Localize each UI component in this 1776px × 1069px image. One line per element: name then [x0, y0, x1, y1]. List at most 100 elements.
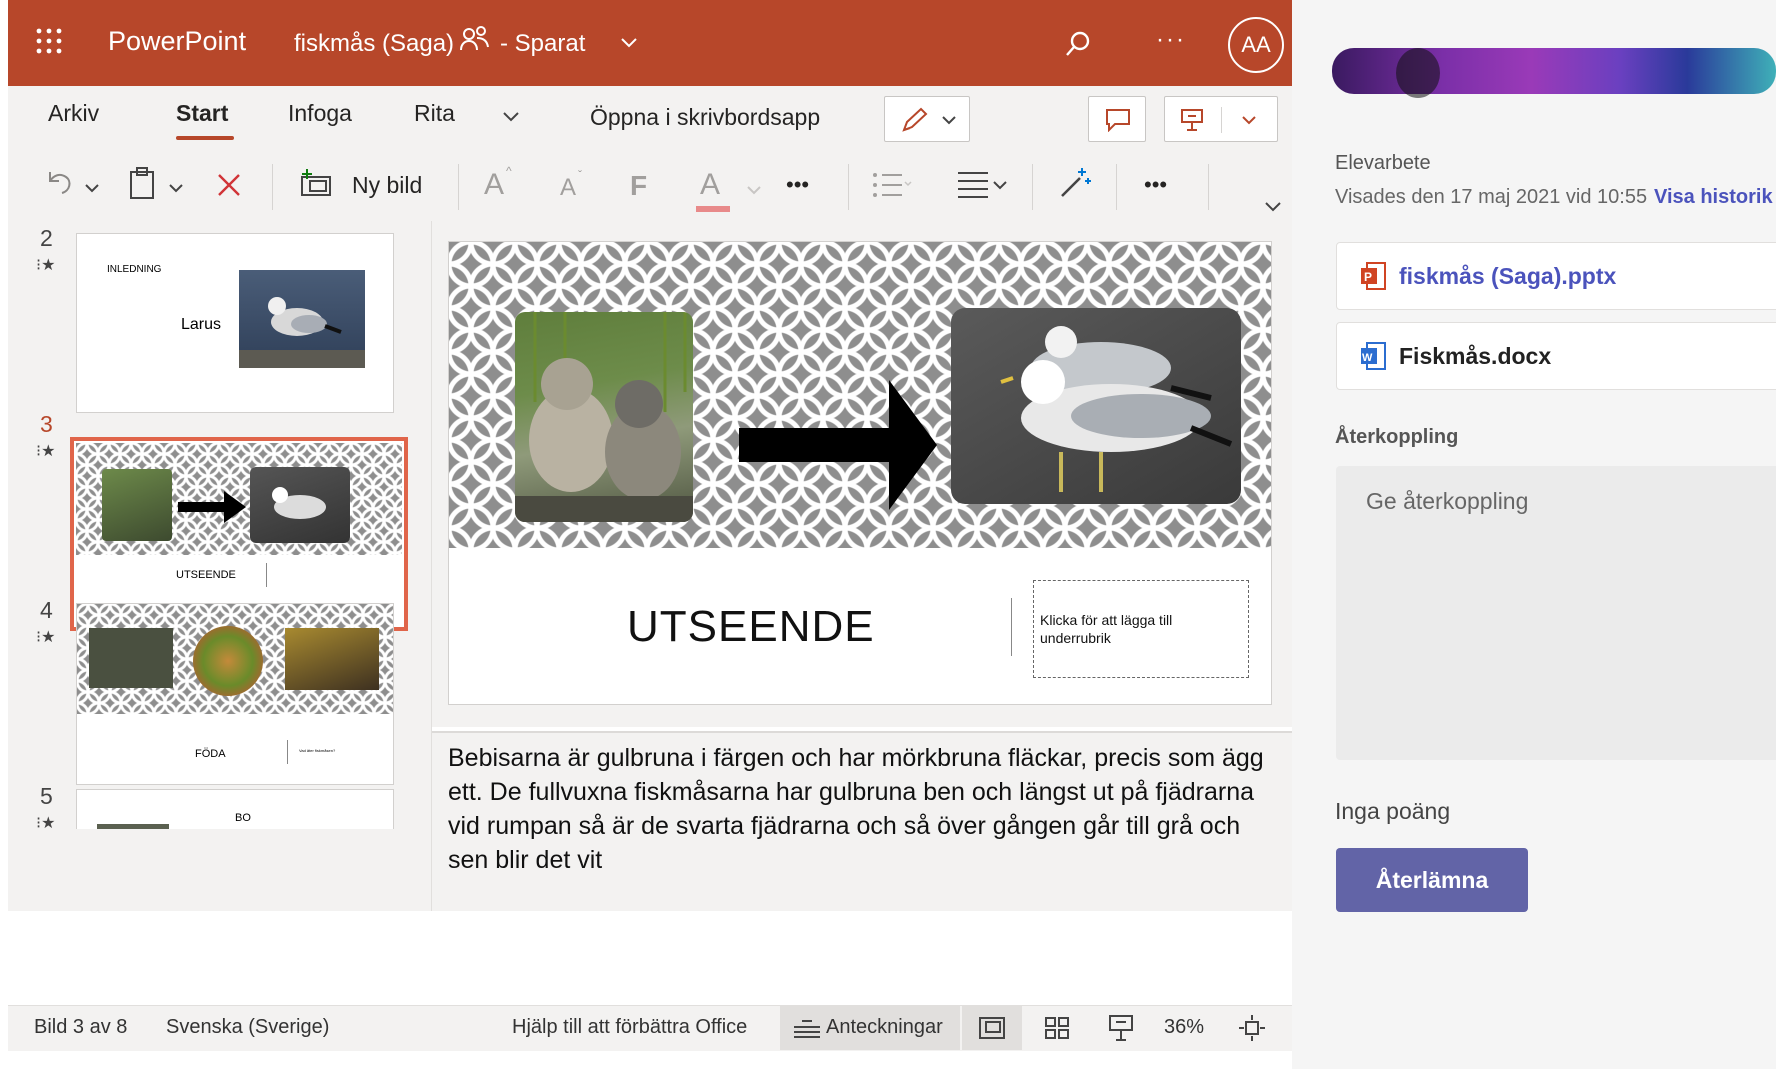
thumbnail-title: UTSEENDE — [176, 569, 236, 581]
title-divider — [1011, 598, 1012, 656]
fit-to-window-icon[interactable] — [1238, 1014, 1266, 1047]
more-font-options-icon[interactable]: ••• — [786, 172, 809, 198]
grow-font-icon: ^ — [506, 164, 512, 178]
arrow-right-icon — [739, 380, 937, 510]
return-button-label: Återlämna — [1375, 867, 1489, 893]
viewed-timestamp: Visades den 17 maj 2021 vid 10:55 — [1335, 186, 1648, 208]
section-label: Elevarbete — [1335, 152, 1431, 174]
powerpoint-file-icon: P — [1361, 262, 1386, 290]
grow-font-button[interactable]: A — [484, 168, 504, 202]
align-text-icon[interactable] — [956, 170, 1010, 205]
presentation-icon — [1181, 109, 1203, 131]
more-commands-icon[interactable]: ••• — [1144, 172, 1167, 198]
new-slide-icon[interactable] — [298, 168, 332, 203]
slide-sorter-icon[interactable] — [1044, 1016, 1070, 1045]
present-button[interactable] — [1164, 96, 1278, 142]
slide-canvas[interactable]: UTSEENDE Klicka för att lägga till under… — [448, 241, 1272, 705]
thumbnail-selection-frame[interactable]: UTSEENDE — [70, 437, 408, 631]
tab-rita[interactable]: Rita — [414, 100, 455, 127]
history-link[interactable]: Visa historik — [1654, 186, 1773, 209]
avatar[interactable]: AA — [1228, 17, 1284, 73]
svg-text:P: P — [1364, 270, 1372, 284]
slide-position: Bild 3 av 8 — [34, 1016, 128, 1038]
ribbon: Arkiv Start Infoga Rita Öppna i skrivbor… — [8, 86, 1292, 221]
shrink-font-button[interactable]: A — [560, 174, 576, 202]
chicks-photo — [515, 312, 693, 522]
file-name: fiskmås (Saga).pptx — [1399, 263, 1617, 289]
search-icon[interactable] — [1064, 30, 1092, 63]
feedback-label: Återkoppling — [1335, 426, 1459, 448]
normal-view-icon[interactable] — [962, 1006, 1022, 1050]
language-button[interactable]: Svenska (Sverige) — [166, 1016, 329, 1039]
bold-button[interactable]: F — [630, 170, 647, 202]
gulls-photo — [250, 467, 350, 543]
chevron-down-icon[interactable] — [746, 182, 762, 200]
assignment-panel: Elevarbete Visades den 17 maj 2021 vid 1… — [1292, 0, 1776, 1069]
new-slide-button[interactable]: Ny bild — [352, 172, 422, 199]
thumbnail-number: 4 — [40, 597, 53, 623]
burger-photo — [193, 626, 263, 696]
food-photo — [89, 628, 173, 688]
app-launcher-icon[interactable] — [36, 28, 62, 54]
delete-icon[interactable] — [216, 172, 242, 203]
bullets-icon[interactable] — [872, 170, 912, 205]
comment-icon — [1106, 109, 1130, 132]
notes-icon — [794, 1020, 820, 1038]
file-card-docx[interactable]: W Fiskmås.docx — [1336, 322, 1776, 390]
chevron-down-icon[interactable] — [84, 180, 100, 198]
status-bar: Bild 3 av 8 Svenska (Sverige) Hjälp till… — [8, 1005, 1292, 1051]
draw-pen-button[interactable] — [884, 96, 970, 142]
expand-ribbon-icon[interactable] — [1264, 200, 1282, 218]
notes-toggle-label: Anteckningar — [826, 1016, 943, 1038]
subtitle-placeholder-text: Klicka för att lägga till underrubrik — [1040, 612, 1173, 646]
chevron-down-icon[interactable] — [502, 110, 520, 128]
chevron-down-icon[interactable] — [168, 180, 184, 198]
clipboard-icon[interactable] — [128, 166, 156, 205]
more-options-icon[interactable]: ··· — [1156, 26, 1186, 54]
tab-arkiv[interactable]: Arkiv — [48, 100, 99, 127]
arrow-right-icon — [178, 491, 246, 523]
thumbnail-number: 2 — [40, 225, 53, 251]
thumbnail-number: 3 — [40, 411, 53, 437]
file-card-pptx[interactable]: P fiskmås (Saga).pptx — [1336, 242, 1776, 310]
zoom-level[interactable]: 36% — [1164, 1016, 1204, 1039]
thumbnail-subtitle: Larus — [181, 316, 222, 333]
thumbnail-slide-4[interactable]: FÖDA Vad äter fiskmåsen? — [76, 603, 394, 785]
notes-pane[interactable]: Bebisarna är gulbruna i färgen och har m… — [432, 731, 1292, 911]
slide-title[interactable]: UTSEENDE — [627, 602, 875, 652]
points-label: Inga poäng — [1335, 798, 1451, 824]
open-desktop-button[interactable]: Öppna i skrivbordsapp — [590, 104, 820, 131]
animation-star-icon: ⁝★ — [36, 629, 56, 646]
notes-text[interactable]: Bebisarna är gulbruna i färgen och har m… — [448, 741, 1284, 877]
feedback-placeholder: Ge återkoppling — [1366, 488, 1529, 514]
animation-star-icon: ⁝★ — [36, 443, 56, 460]
undo-icon[interactable] — [42, 166, 76, 201]
chevron-down-icon[interactable] — [620, 36, 638, 54]
svg-text:W: W — [1362, 352, 1373, 364]
help-improve-link[interactable]: Hjälp till att förbättra Office — [512, 1016, 747, 1039]
slide-editor: UTSEENDE Klicka för att lägga till under… — [432, 221, 1292, 727]
font-color-swatch — [696, 206, 730, 212]
subtitle-placeholder[interactable]: Klicka för att lägga till underrubrik — [1033, 580, 1249, 678]
word-file-icon: W — [1361, 342, 1386, 370]
designer-wand-icon[interactable] — [1058, 166, 1092, 205]
tab-infoga[interactable]: Infoga — [288, 100, 352, 127]
thumbnail-subtitle: Vad äter fiskmåsen? — [299, 748, 336, 753]
return-button[interactable]: Återlämna — [1336, 848, 1528, 912]
avatar-initials: AA — [1241, 32, 1271, 57]
tab-start[interactable]: Start — [176, 100, 228, 127]
slideshow-icon[interactable] — [1108, 1014, 1134, 1047]
forest-photo — [285, 628, 379, 690]
comment-button[interactable] — [1088, 96, 1146, 142]
save-status: - Sparat — [500, 30, 586, 57]
notes-toggle-button[interactable]: Anteckningar — [780, 1006, 960, 1050]
font-color-button[interactable]: A — [700, 168, 720, 202]
thumbnail-slide-5[interactable]: BO — [76, 789, 394, 829]
file-title[interactable]: fiskmås (Saga) — [294, 30, 454, 58]
feedback-textarea[interactable]: Ge återkoppling — [1336, 466, 1776, 760]
thumbnail-title: BO — [235, 812, 251, 824]
chevron-down-icon — [1242, 116, 1256, 125]
thumbnail-slide-2[interactable]: INLEDNING Larus — [76, 233, 394, 413]
pen-icon — [902, 107, 928, 132]
file-name: Fiskmås.docx — [1399, 343, 1552, 369]
